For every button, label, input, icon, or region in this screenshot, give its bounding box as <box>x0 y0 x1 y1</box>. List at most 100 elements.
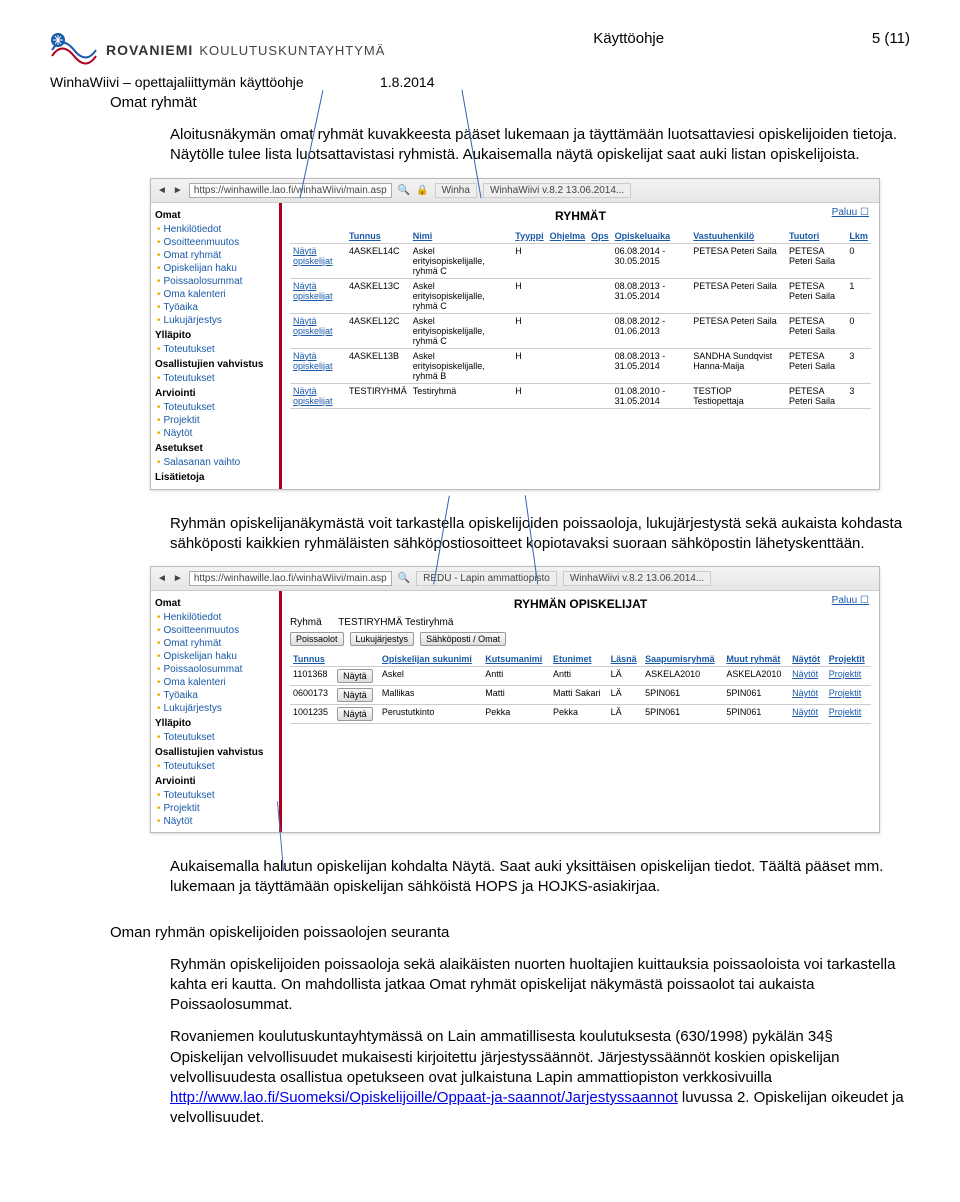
cell-tyyppi: H <box>512 348 546 383</box>
back-icon[interactable]: ◄ <box>157 573 167 584</box>
ryhma-value: TESTIRYHMÄ Testiryhmä <box>338 617 453 628</box>
sidebar-item-tyoaika[interactable]: Työaika <box>155 689 275 702</box>
col-kutsumanimi[interactable]: Kutsumanimi <box>482 652 550 667</box>
lukujarjestys-button[interactable]: Lukujärjestys <box>350 632 415 646</box>
sidebar-item-toteutukset[interactable]: Toteutukset <box>155 760 275 773</box>
nayta-opiskelijat-link[interactable]: Näytä opiskelijat <box>290 278 346 313</box>
cell-tunnus: 4ASKEL13B <box>346 348 410 383</box>
search-icon[interactable]: 🔍 <box>398 573 410 584</box>
sidebar-item-projektit[interactable]: Projektit <box>155 802 275 815</box>
sidebar-cat-arviointi: Arviointi <box>155 388 275 399</box>
col-ohjelma[interactable]: Ohjelma <box>547 229 589 244</box>
search-icon[interactable]: 🔍 <box>398 185 410 196</box>
browser-tab[interactable]: Winha <box>435 183 477 198</box>
sidebar-item-opiskelijan-haku[interactable]: Opiskelijan haku <box>155 262 275 275</box>
col-projektit[interactable]: Projektit <box>826 652 871 667</box>
nayta-opiskelijat-link[interactable]: Näytä opiskelijat <box>290 348 346 383</box>
col-saapumisryhma[interactable]: Saapumisryhmä <box>642 652 723 667</box>
col-nimi[interactable]: Nimi <box>410 229 513 244</box>
sidebar-item-toteutukset[interactable]: Toteutukset <box>155 731 275 744</box>
sidebar-item-toteutukset[interactable]: Toteutukset <box>155 372 275 385</box>
projektit-link[interactable]: Projektit <box>826 705 871 724</box>
table-row: Näytä opiskelijatTESTIRYHMÄTestiryhmäH01… <box>290 383 871 408</box>
cell-ohjelma <box>547 243 589 278</box>
col-ops[interactable]: Ops <box>588 229 612 244</box>
col-tuutori[interactable]: Tuutori <box>786 229 846 244</box>
col-lkm[interactable]: Lkm <box>846 229 871 244</box>
col-blank <box>334 652 379 667</box>
nayta-opiskelijat-link[interactable]: Näytä opiskelijat <box>290 243 346 278</box>
cell-tunnus: 4ASKEL14C <box>346 243 410 278</box>
col-tunnus[interactable]: Tunnus <box>290 652 334 667</box>
nayta-opiskelijat-link[interactable]: Näytä opiskelijat <box>290 383 346 408</box>
sidebar-item-oma-kalenteri[interactable]: Oma kalenteri <box>155 676 275 689</box>
sahkoposti-button[interactable]: Sähköposti / Omat <box>420 632 506 646</box>
sidebar-item-osoitteenmuutos[interactable]: Osoitteenmuutos <box>155 624 275 637</box>
forward-icon[interactable]: ► <box>173 185 183 196</box>
paluu-link[interactable]: Paluu <box>832 207 869 218</box>
sidebar-item-naytot[interactable]: Näytöt <box>155 815 275 828</box>
col-naytot[interactable]: Näytöt <box>789 652 826 667</box>
sidebar-item-naytot[interactable]: Näytöt <box>155 427 275 440</box>
sidebar-item-lukujarjestys[interactable]: Lukujärjestys <box>155 314 275 327</box>
url-field[interactable]: https://winhawille.lao.fi/winhaWiivi/mai… <box>189 183 392 198</box>
cell-sukunimi: Perustutkinto <box>379 705 482 724</box>
col-tyyppi[interactable]: Tyyppi <box>512 229 546 244</box>
back-icon[interactable]: ◄ <box>157 185 167 196</box>
sidebar-nav: Omat Henkilötiedot Osoitteenmuutos Omat … <box>151 203 282 489</box>
section1-p1: Aloitusnäkymän omat ryhmät kuvakkeesta p… <box>170 125 910 166</box>
nayta-button[interactable]: Näytä <box>337 688 373 702</box>
url-field[interactable]: https://winhawille.lao.fi/winhaWiivi/mai… <box>189 571 392 586</box>
projektit-link[interactable]: Projektit <box>826 686 871 705</box>
col-opiskeluaika[interactable]: Opiskeluaika <box>612 229 691 244</box>
cell-tuutori: PETESA Peteri Saila <box>786 243 846 278</box>
cell-ohjelma <box>547 383 589 408</box>
cell-vastuu: PETESA Peteri Saila <box>690 313 786 348</box>
cell-nimi: Askel erityisopiskelijalle, ryhmä B <box>410 348 513 383</box>
nayta-opiskelijat-link[interactable]: Näytä opiskelijat <box>290 313 346 348</box>
col-blank[interactable] <box>290 229 346 244</box>
sidebar-item-projektit[interactable]: Projektit <box>155 414 275 427</box>
cell-tunnus: 1001235 <box>290 705 334 724</box>
poissaolot-button[interactable]: Poissaolot <box>290 632 344 646</box>
col-vastuuhenkilo[interactable]: Vastuuhenkilö <box>690 229 786 244</box>
cell-vastuu: PETESA Peteri Saila <box>690 278 786 313</box>
cell-lkm: 3 <box>846 383 871 408</box>
sidebar-item-oma-kalenteri[interactable]: Oma kalenteri <box>155 288 275 301</box>
sidebar-item-poissaolosummat[interactable]: Poissaolosummat <box>155 275 275 288</box>
sidebar-item-toteutukset[interactable]: Toteutukset <box>155 401 275 414</box>
sidebar-item-poissaolosummat[interactable]: Poissaolosummat <box>155 663 275 676</box>
sidebar-item-lukujarjestys[interactable]: Lukujärjestys <box>155 702 275 715</box>
sidebar-item-toteutukset[interactable]: Toteutukset <box>155 789 275 802</box>
naytot-link[interactable]: Näytöt <box>789 705 826 724</box>
col-muut-ryhmat[interactable]: Muut ryhmät <box>723 652 789 667</box>
col-tunnus[interactable]: Tunnus <box>346 229 410 244</box>
sidebar-item-henkilotiedot[interactable]: Henkilötiedot <box>155 223 275 236</box>
cell-opiskeluaika: 08.08.2012 - 01.06.2013 <box>612 313 691 348</box>
nayta-button[interactable]: Näytä <box>337 669 373 683</box>
sidebar-item-osoitteenmuutos[interactable]: Osoitteenmuutos <box>155 236 275 249</box>
forward-icon[interactable]: ► <box>173 573 183 584</box>
sidebar-item-omat-ryhmat[interactable]: Omat ryhmät <box>155 249 275 262</box>
cell-ohjelma <box>547 348 589 383</box>
sidebar-item-salasanan-vaihto[interactable]: Salasanan vaihto <box>155 456 275 469</box>
paluu-link[interactable]: Paluu <box>832 595 869 606</box>
naytot-link[interactable]: Näytöt <box>789 686 826 705</box>
browser-tab[interactable]: WinhaWiivi v.8.2 13.06.2014... <box>483 183 631 198</box>
sidebar-item-omat-ryhmat[interactable]: Omat ryhmät <box>155 637 275 650</box>
nayta-button[interactable]: Näytä <box>337 707 373 721</box>
sidebar-item-opiskelijan-haku[interactable]: Opiskelijan haku <box>155 650 275 663</box>
jarjestyssaannot-link[interactable]: http://www.lao.fi/Suomeksi/Opiskelijoill… <box>170 1089 678 1106</box>
col-sukunimi[interactable]: Opiskelijan sukunimi <box>379 652 482 667</box>
projektit-link[interactable]: Projektit <box>826 667 871 686</box>
cell-kutsumanimi: Matti <box>482 686 550 705</box>
col-etunimet[interactable]: Etunimet <box>550 652 608 667</box>
col-lasna[interactable]: Läsnä <box>608 652 642 667</box>
browser-tab[interactable]: WinhaWiivi v.8.2 13.06.2014... <box>563 571 711 586</box>
section4-p1: Ryhmän opiskelijoiden poissaoloja sekä a… <box>170 955 910 1016</box>
sidebar-item-toteutukset[interactable]: Toteutukset <box>155 343 275 356</box>
cell-tyyppi: H <box>512 313 546 348</box>
naytot-link[interactable]: Näytöt <box>789 667 826 686</box>
sidebar-item-henkilotiedot[interactable]: Henkilötiedot <box>155 611 275 624</box>
sidebar-item-tyoaika[interactable]: Työaika <box>155 301 275 314</box>
